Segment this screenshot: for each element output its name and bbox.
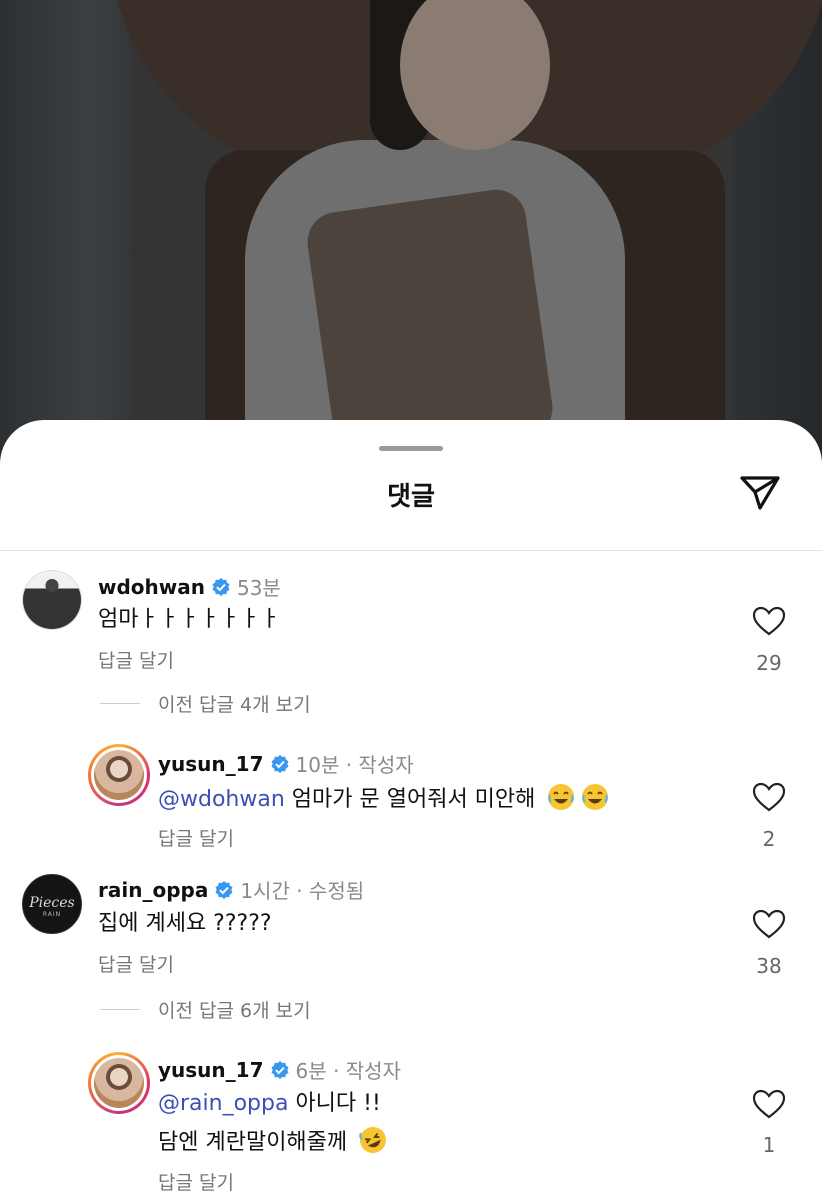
mention-link[interactable]: @wdohwan xyxy=(158,787,285,812)
reply-text: @wdohwan 엄마가 문 열어줘서 미안해 xyxy=(158,782,610,815)
reply-button[interactable]: 답글 달기 xyxy=(98,646,174,673)
view-replies-label: 이전 답글 4개 보기 xyxy=(158,694,311,716)
heart-icon xyxy=(752,782,786,812)
avatar-logo-subtext: RAIN xyxy=(42,911,62,918)
avatar-yusun_17[interactable] xyxy=(88,1052,150,1114)
like-button[interactable] xyxy=(749,779,789,815)
avatar-logo-text: Pieces xyxy=(29,895,75,911)
curtain-left xyxy=(0,0,130,470)
avatar-image xyxy=(23,571,81,629)
reply-text-body: 아니다 !! xyxy=(288,1091,381,1116)
post-photo-background xyxy=(0,0,822,470)
avatar-image xyxy=(94,750,144,800)
like-button[interactable] xyxy=(749,906,789,942)
comment-text: 엄마ㅏㅏㅏㅏㅏㅏㅏ xyxy=(98,607,281,632)
send-icon xyxy=(740,476,780,510)
header-divider xyxy=(0,550,822,551)
like-button[interactable] xyxy=(749,1086,789,1122)
view-previous-replies[interactable]: 이전 답글 4개 보기 xyxy=(100,690,311,717)
reply-button[interactable]: 답글 달기 xyxy=(98,950,174,977)
view-replies-label: 이전 답글 6개 보기 xyxy=(158,1000,311,1022)
reply-header: yusun_17 10분 · 작성자 xyxy=(158,749,414,778)
face-with-tears-of-joy-icon xyxy=(582,784,609,810)
avatar-image xyxy=(94,1058,144,1108)
like-count: 29 xyxy=(756,651,782,675)
verified-badge-icon xyxy=(215,880,233,899)
drag-handle[interactable] xyxy=(379,446,443,451)
like-count: 2 xyxy=(762,827,776,851)
reply-username[interactable]: yusun_17 xyxy=(158,1058,264,1082)
heart-icon xyxy=(752,1089,786,1119)
comment-time: 53분 xyxy=(236,576,281,600)
reply-header: yusun_17 6분 · 작성자 xyxy=(158,1055,401,1084)
comment-text: 집에 계세요 ????? xyxy=(98,911,272,936)
avatar-wdohwan[interactable] xyxy=(22,570,82,630)
reply-meta: 10분 · 작성자 xyxy=(295,753,414,777)
face-with-tears-of-joy-icon xyxy=(548,784,575,810)
comment-username[interactable]: wdohwan xyxy=(98,575,205,599)
comment-header: wdohwan 53분 xyxy=(98,572,281,601)
replies-divider-line xyxy=(100,1009,140,1010)
sheet-title: 댓글 xyxy=(387,482,435,512)
comment-time: 1시간 · 수정됨 xyxy=(240,879,365,903)
view-previous-replies[interactable]: 이전 답글 6개 보기 xyxy=(100,996,311,1023)
reply-text-body: 엄마가 문 열어줘서 미안해 xyxy=(284,787,536,812)
share-button[interactable] xyxy=(732,470,788,514)
heart-icon xyxy=(752,606,786,636)
reply-text: @rain_oppa 아니다 !! xyxy=(158,1089,381,1119)
like-button[interactable] xyxy=(749,603,789,639)
reply-button[interactable]: 답글 달기 xyxy=(158,824,234,851)
comment-username[interactable]: rain_oppa xyxy=(98,878,208,902)
like-count: 1 xyxy=(762,1133,776,1157)
verified-badge-icon xyxy=(271,754,288,773)
mention-link[interactable]: @rain_oppa xyxy=(158,1091,288,1116)
replies-divider-line xyxy=(100,703,140,704)
avatar-rain_oppa[interactable]: Pieces RAIN xyxy=(22,874,82,934)
heart-icon xyxy=(752,909,786,939)
reply-text-body-2: 담엔 계란말이해줄께 xyxy=(158,1130,348,1155)
comment-header: rain_oppa 1시간 · 수정됨 xyxy=(98,875,364,904)
reply-button[interactable]: 답글 달기 xyxy=(158,1168,234,1195)
reply-username[interactable]: yusun_17 xyxy=(158,752,264,776)
like-count: 38 xyxy=(756,954,782,978)
verified-badge-icon xyxy=(271,1060,288,1079)
avatar-yusun_17[interactable] xyxy=(88,744,150,806)
rolling-on-the-floor-laughing-icon xyxy=(359,1127,387,1153)
reply-text-line-2: 담엔 계란말이해줄께 xyxy=(158,1125,388,1158)
reply-meta: 6분 · 작성자 xyxy=(295,1059,401,1083)
verified-badge-icon xyxy=(212,577,230,596)
